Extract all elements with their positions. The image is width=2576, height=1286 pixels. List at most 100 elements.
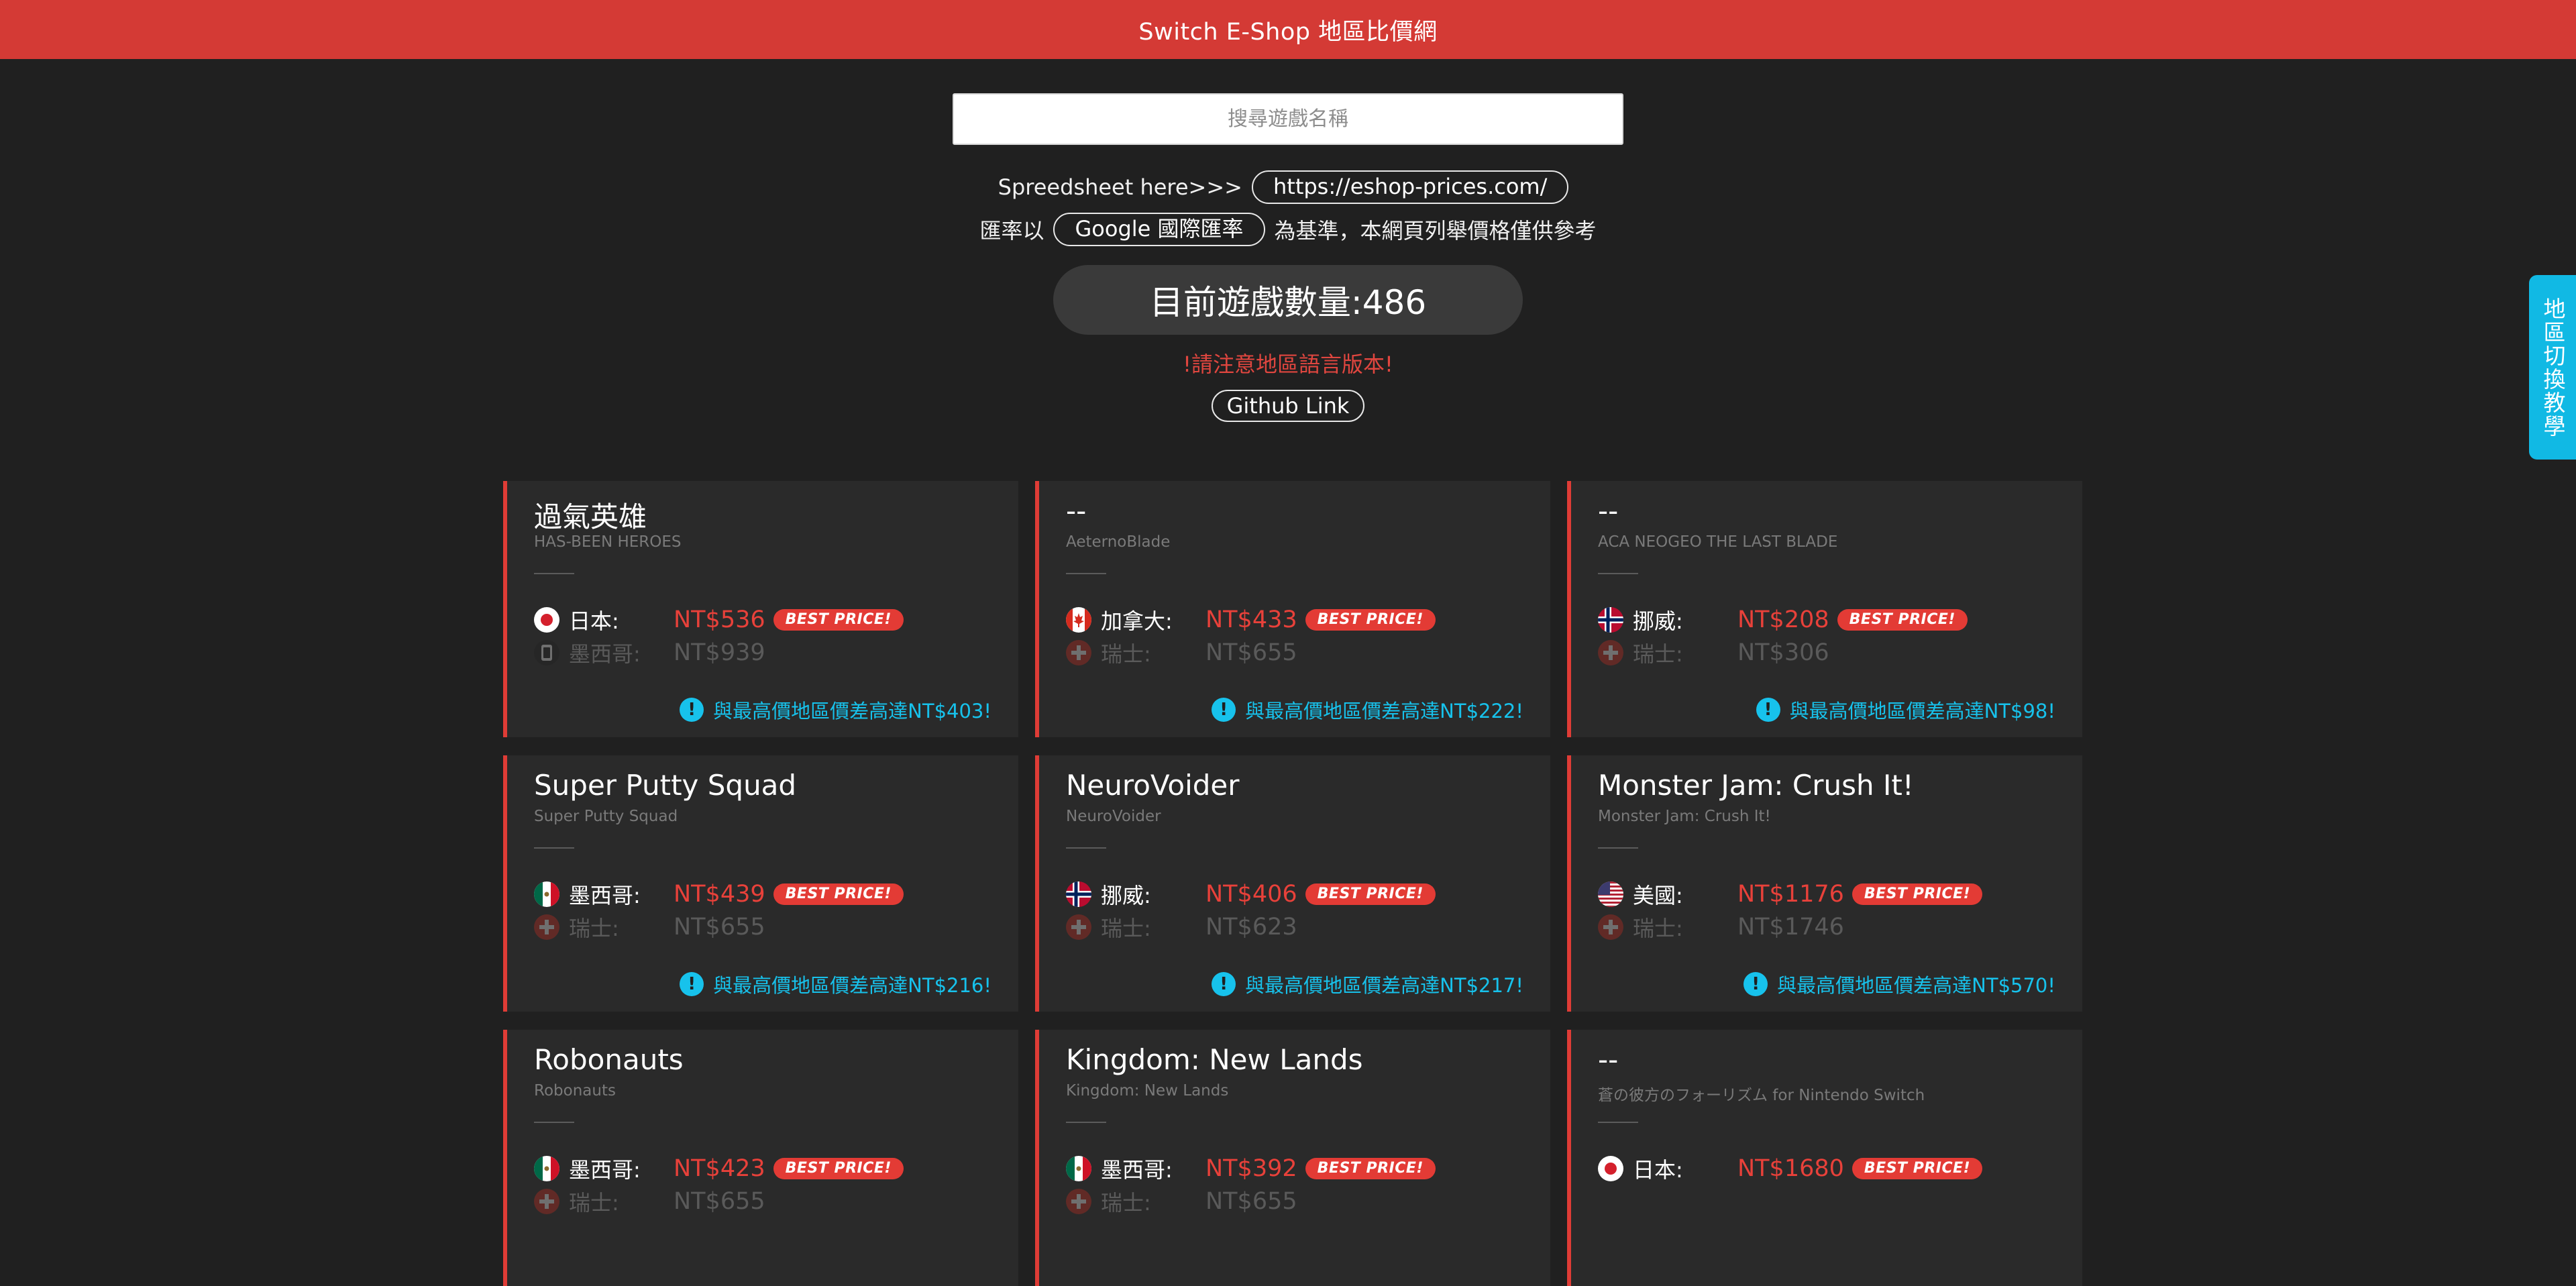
google-rate-link[interactable]: Google 國際匯率	[1053, 213, 1265, 246]
best-price-row: 日本: NT$1680 BEST PRICE!	[1598, 1154, 1983, 1183]
game-subtitle: Super Putty Squad	[534, 808, 678, 825]
best-price-row: 墨西哥: NT$439 BEST PRICE!	[534, 879, 904, 909]
info-icon: !	[1212, 972, 1236, 996]
card-divider	[534, 1122, 574, 1123]
github-link[interactable]: Github Link	[1212, 390, 1364, 422]
norway-flag-icon	[1066, 881, 1091, 907]
game-title: --	[1598, 1043, 1619, 1076]
switzerland-flag-icon	[1066, 914, 1091, 940]
best-price: NT$1680	[1737, 1155, 1844, 1182]
best-price-badge: BEST PRICE!	[1851, 883, 1983, 905]
best-country: 日本:	[569, 608, 619, 634]
price-difference: ! 與最高價地區價差高達NT$217!	[1212, 970, 1523, 998]
game-card[interactable]: -- ACA NEOGEO THE LAST BLADE 挪威: NT$208 …	[1567, 481, 2082, 737]
canada-flag-icon	[1066, 607, 1091, 633]
game-count-text: 目前遊戲數量:486	[1149, 283, 1427, 322]
norway-flag-icon	[1598, 607, 1623, 633]
highest-country: 瑞士:	[1101, 641, 1151, 667]
highest-price-row: 墨西哥: NT$939	[534, 638, 765, 667]
search-input[interactable]	[953, 93, 1623, 145]
best-country: 挪威:	[1101, 883, 1151, 908]
game-title: Super Putty Squad	[534, 769, 797, 802]
best-country: 墨西哥:	[569, 883, 641, 908]
japan-flag-icon	[534, 607, 559, 633]
highest-price: NT$655	[674, 914, 765, 941]
best-price-row: 日本: NT$536 BEST PRICE!	[534, 605, 904, 635]
highest-price-row: 瑞士: NT$655	[534, 1187, 765, 1216]
card-divider	[1598, 1122, 1638, 1123]
spreadsheet-line: Spreedsheet here>>> https://eshop-prices…	[0, 170, 2576, 204]
highest-country: 瑞士:	[1633, 916, 1683, 941]
info-icon: !	[680, 972, 704, 996]
best-price-row: 挪威: NT$406 BEST PRICE!	[1066, 879, 1436, 909]
mexico-flag-icon	[534, 881, 559, 907]
game-card[interactable]: NeuroVoider NeuroVoider 挪威: NT$406 BEST …	[1035, 755, 1550, 1012]
price-difference-text: 與最高價地區價差高達NT$222!	[1245, 700, 1523, 722]
highest-price: NT$1746	[1737, 914, 1844, 941]
switzerland-flag-icon	[1066, 640, 1091, 665]
best-price: NT$1176	[1737, 881, 1844, 908]
game-card[interactable]: -- 蒼の彼方のフォーリズム for Nintendo Switch 日本: N…	[1567, 1030, 2082, 1286]
game-card[interactable]: Monster Jam: Crush It! Monster Jam: Crus…	[1567, 755, 2082, 1012]
info-icon: !	[680, 698, 704, 722]
game-card[interactable]: 過氣英雄 HAS-BEEN HEROES 日本: NT$536 BEST PRI…	[503, 481, 1018, 737]
highest-country: 瑞士:	[569, 1190, 619, 1216]
best-price-row: 加拿大: NT$433 BEST PRICE!	[1066, 605, 1436, 635]
best-price-row: 墨西哥: NT$392 BEST PRICE!	[1066, 1154, 1436, 1183]
site-title[interactable]: Switch E-Shop 地區比價網	[1138, 13, 1437, 47]
game-card[interactable]: Robonauts Robonauts 墨西哥: NT$423 BEST PRI…	[503, 1030, 1018, 1286]
highest-price: NT$939	[674, 639, 765, 666]
highest-price: NT$655	[1205, 1188, 1297, 1215]
highest-price-row: 瑞士: NT$306	[1598, 638, 1829, 667]
best-price: NT$433	[1205, 606, 1297, 633]
best-country: 墨西哥:	[1101, 1157, 1173, 1183]
price-difference: ! 與最高價地區價差高達NT$222!	[1212, 696, 1523, 724]
usa-flag-icon	[1598, 881, 1623, 907]
best-price: NT$439	[674, 881, 765, 908]
price-difference-text: 與最高價地區價差高達NT$216!	[713, 974, 991, 997]
switzerland-flag-icon	[1598, 640, 1623, 665]
highest-country: 瑞士:	[569, 916, 619, 941]
card-divider	[1066, 847, 1106, 849]
price-difference-text: 與最高價地區價差高達NT$217!	[1245, 974, 1523, 997]
switzerland-flag-icon	[534, 914, 559, 940]
game-title: NeuroVoider	[1066, 769, 1240, 802]
game-subtitle: NeuroVoider	[1066, 808, 1161, 825]
best-price-row: 美國: NT$1176 BEST PRICE!	[1598, 879, 1983, 909]
japan-flag-icon	[1598, 1156, 1623, 1181]
card-divider	[534, 847, 574, 849]
game-count-box: 目前遊戲數量:486	[1053, 265, 1523, 335]
switzerland-flag-icon	[534, 1189, 559, 1214]
highest-country: 瑞士:	[1633, 641, 1683, 667]
best-price-badge: BEST PRICE!	[773, 609, 904, 631]
best-country: 美國:	[1633, 883, 1683, 908]
mexico-flag-icon	[1066, 1156, 1091, 1181]
game-subtitle: AeternoBlade	[1066, 533, 1171, 551]
best-country: 墨西哥:	[569, 1157, 641, 1183]
game-card[interactable]: -- AeternoBlade 加拿大: NT$433 BEST PRICE! …	[1035, 481, 1550, 737]
price-difference: ! 與最高價地區價差高達NT$570!	[1743, 970, 2055, 998]
game-card[interactable]: Super Putty Squad Super Putty Squad 墨西哥:…	[503, 755, 1018, 1012]
highest-price-row: 瑞士: NT$655	[534, 912, 765, 942]
game-card-grid: 過氣英雄 HAS-BEEN HEROES 日本: NT$536 BEST PRI…	[503, 481, 2082, 1286]
best-price: NT$423	[674, 1155, 765, 1182]
best-country: 加拿大:	[1101, 608, 1173, 634]
card-divider	[1066, 1122, 1106, 1123]
card-divider	[534, 573, 574, 574]
spreadsheet-link[interactable]: https://eshop-prices.com/	[1251, 170, 1569, 204]
game-subtitle: 蒼の彼方のフォーリズム for Nintendo Switch	[1598, 1087, 1925, 1104]
region-tutorial-tab[interactable]: 地區切換教學	[2529, 275, 2576, 460]
game-title: Robonauts	[534, 1043, 684, 1076]
game-title: Monster Jam: Crush It!	[1598, 769, 1914, 802]
highest-price: NT$655	[1205, 639, 1297, 666]
info-icon: !	[1743, 972, 1768, 996]
game-card[interactable]: Kingdom: New Lands Kingdom: New Lands 墨西…	[1035, 1030, 1550, 1286]
switzerland-flag-icon	[1598, 914, 1623, 940]
best-price-badge: BEST PRICE!	[773, 1158, 904, 1179]
price-difference-text: 與最高價地區價差高達NT$98!	[1789, 700, 2055, 722]
best-price: NT$406	[1205, 881, 1297, 908]
game-title: Kingdom: New Lands	[1066, 1043, 1363, 1076]
card-divider	[1066, 573, 1106, 574]
best-price-badge: BEST PRICE!	[773, 883, 904, 905]
best-price-badge: BEST PRICE!	[1305, 1158, 1436, 1179]
